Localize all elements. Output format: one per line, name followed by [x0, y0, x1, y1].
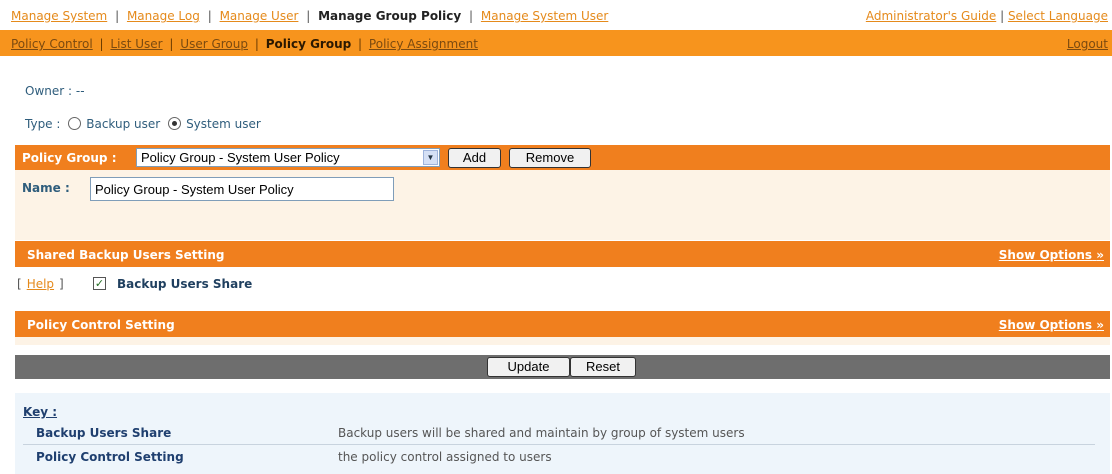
chevron-down-icon[interactable]: »: [1096, 318, 1104, 332]
separator: |: [169, 37, 174, 51]
separator: |: [207, 9, 212, 23]
type-label: Type :: [25, 117, 61, 131]
key-row: Backup Users Share Backup users will be …: [23, 421, 1095, 445]
owner-label: Owner :: [25, 84, 73, 98]
chevron-down-icon[interactable]: ▼: [423, 150, 438, 165]
nav-manage-user[interactable]: Manage User: [220, 9, 299, 23]
update-button[interactable]: Update: [487, 357, 570, 377]
radio-backup-user-label[interactable]: Backup user: [86, 117, 160, 131]
policy-group-bar: Policy Group : Policy Group - System Use…: [15, 145, 1110, 170]
shared-show-options-label[interactable]: Show Options: [999, 248, 1092, 262]
separator: |: [1000, 9, 1005, 23]
key-description: Backup users will be shared and maintain…: [338, 426, 745, 440]
policy-section-title: Policy Control Setting: [27, 318, 175, 332]
sub-nav-left: Policy Control | List User | User Group …: [11, 37, 478, 51]
separator: |: [469, 9, 474, 23]
subnav-policy-group: Policy Group: [265, 37, 352, 51]
owner-row: Owner : --: [25, 84, 85, 98]
chevron-up-icon[interactable]: »: [1096, 248, 1104, 262]
subnav-list-user[interactable]: List User: [110, 37, 162, 51]
separator: |: [306, 9, 311, 23]
radio-system-user-label[interactable]: System user: [186, 117, 261, 131]
name-input[interactable]: Policy Group - System User Policy: [90, 177, 394, 201]
reset-button[interactable]: Reset: [570, 357, 636, 377]
shared-show-options-link[interactable]: Show Options »: [999, 248, 1104, 262]
policy-section-body: [15, 337, 1110, 345]
subnav-policy-assignment[interactable]: Policy Assignment: [369, 37, 478, 51]
action-bar: Update Reset: [15, 355, 1110, 379]
type-row: Type : Backup user System user: [25, 117, 261, 131]
logout-link[interactable]: Logout: [1067, 37, 1108, 51]
key-term: Backup Users Share: [36, 426, 172, 440]
backup-users-share-checkbox[interactable]: ✓: [93, 277, 106, 290]
subnav-user-group[interactable]: User Group: [180, 37, 248, 51]
policy-control-setting-header: Policy Control Setting Show Options »: [15, 311, 1110, 337]
name-panel: Name : Policy Group - System User Policy: [15, 170, 1110, 240]
help-bracket: [Help]: [17, 277, 64, 291]
key-term: Policy Control Setting: [36, 450, 184, 464]
nav-manage-log[interactable]: Manage Log: [127, 9, 200, 23]
policy-group-select[interactable]: Policy Group - System User Policy ▼: [136, 148, 440, 167]
key-legend: Key : Backup Users Share Backup users wi…: [15, 393, 1110, 474]
policy-show-options-link[interactable]: Show Options »: [999, 318, 1104, 332]
top-navigation: Manage System | Manage Log | Manage User…: [0, 0, 1112, 28]
top-nav-left: Manage System | Manage Log | Manage User…: [11, 9, 608, 23]
radio-system-user[interactable]: [168, 117, 182, 130]
separator: |: [115, 9, 120, 23]
key-description: the policy control assigned to users: [338, 450, 552, 464]
policy-group-label: Policy Group :: [22, 151, 117, 165]
nav-manage-system[interactable]: Manage System: [11, 9, 107, 23]
key-title: Key :: [23, 405, 58, 419]
nav-manage-group-policy: Manage Group Policy: [318, 9, 462, 23]
radio-backup-user[interactable]: [68, 117, 82, 130]
owner-value: --: [75, 84, 85, 98]
select-language-link[interactable]: Select Language: [1008, 9, 1108, 23]
backup-users-share-label[interactable]: Backup Users Share: [117, 277, 252, 291]
subnav-policy-control[interactable]: Policy Control: [11, 37, 93, 51]
separator: |: [99, 37, 104, 51]
sub-navigation: Policy Control | List User | User Group …: [0, 30, 1112, 56]
nav-manage-system-user[interactable]: Manage System User: [481, 9, 608, 23]
shared-section-title: Shared Backup Users Setting: [27, 248, 225, 262]
administrators-guide-link[interactable]: Administrator's Guide: [866, 9, 996, 23]
separator: |: [254, 37, 259, 51]
remove-button[interactable]: Remove: [509, 148, 591, 168]
sub-nav-right: Logout: [1067, 37, 1108, 51]
shared-backup-users-row: [Help] ✓ Backup Users Share: [15, 268, 1110, 300]
name-label: Name :: [22, 181, 70, 195]
policy-group-selected-value: Policy Group - System User Policy: [141, 150, 340, 165]
policy-show-options-label[interactable]: Show Options: [999, 318, 1092, 332]
add-button[interactable]: Add: [448, 148, 501, 168]
shared-backup-users-header: Shared Backup Users Setting Show Options…: [15, 241, 1110, 267]
top-nav-right: Administrator's Guide | Select Language: [866, 9, 1108, 23]
separator: |: [358, 37, 363, 51]
key-row: Policy Control Setting the policy contro…: [23, 445, 1095, 469]
help-link[interactable]: Help: [22, 277, 59, 291]
